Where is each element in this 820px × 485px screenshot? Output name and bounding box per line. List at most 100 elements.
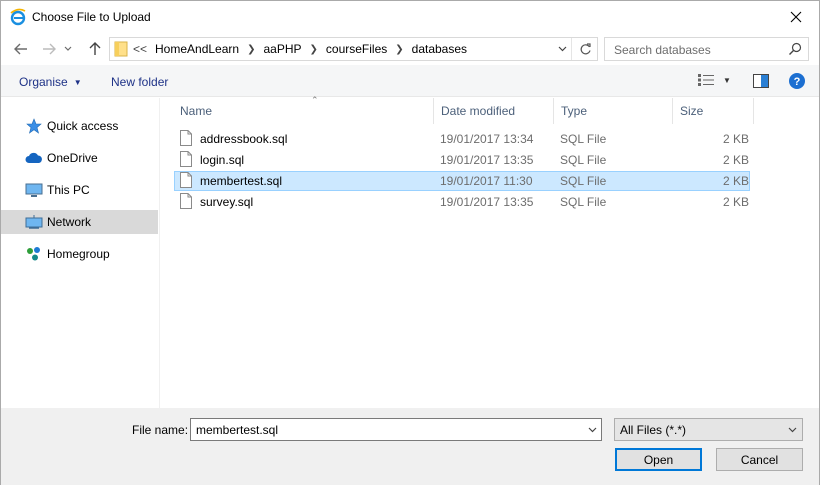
close-button[interactable] — [773, 1, 819, 32]
file-size: 2 KB — [723, 153, 750, 167]
file-type-dropdown[interactable] — [786, 424, 798, 436]
refresh-button[interactable] — [577, 41, 593, 57]
open-button[interactable]: Open — [615, 448, 702, 471]
breadcrumb-item[interactable]: courseFiles — [326, 42, 387, 56]
file-row-selected[interactable]: membertest.sql 19/01/2017 11:30 SQL File… — [174, 171, 750, 191]
column-header-type[interactable]: Type — [554, 98, 673, 124]
navigation-pane: Quick access OneDrive This PC Network Ho… — [1, 98, 160, 408]
folder-icon — [114, 41, 128, 57]
search-placeholder: Search databases — [614, 43, 711, 57]
file-icon — [180, 151, 192, 167]
internet-explorer-icon — [10, 8, 26, 26]
column-header-name[interactable]: ⌃ Name — [173, 95, 434, 124]
nav-item-this-pc[interactable]: This PC — [1, 178, 158, 202]
chevron-down-icon — [64, 46, 72, 51]
preview-pane-icon[interactable] — [753, 74, 769, 88]
chevron-down-icon — [788, 427, 796, 433]
file-name: membertest.sql — [200, 174, 283, 188]
dialog-title: Choose File to Upload — [32, 10, 151, 24]
arrow-up-icon — [89, 42, 101, 55]
up-button[interactable] — [85, 39, 105, 59]
caret-down-icon: ▼ — [73, 77, 82, 87]
arrow-right-icon — [43, 43, 56, 55]
file-name-input[interactable]: membertest.sql — [190, 418, 602, 441]
details-view-icon — [698, 74, 714, 86]
change-view-button[interactable]: ▼ — [698, 74, 731, 86]
nav-item-onedrive[interactable]: OneDrive — [1, 146, 158, 170]
search-input[interactable]: Search databases — [604, 37, 809, 61]
cloud-icon — [25, 150, 43, 166]
file-type: SQL File — [560, 132, 607, 146]
breadcrumb: << HomeAndLearn ❯ aaPHP ❯ courseFiles ❯ … — [133, 42, 467, 56]
bottom-panel: File name: membertest.sql All Files (*.*… — [1, 408, 819, 485]
breadcrumb-separator-icon[interactable]: ❯ — [310, 44, 318, 55]
recent-locations-button[interactable] — [61, 39, 75, 59]
close-icon — [790, 11, 802, 22]
search-icon[interactable] — [788, 42, 802, 56]
nav-item-label: Homegroup — [47, 247, 110, 261]
address-history-button[interactable] — [554, 43, 570, 55]
cancel-button[interactable]: Cancel — [716, 448, 803, 471]
sort-ascending-icon: ⌃ — [311, 95, 319, 105]
homegroup-icon — [25, 246, 43, 262]
file-row[interactable]: survey.sql 19/01/2017 13:35 SQL File 2 K… — [174, 192, 750, 212]
file-list: ⌃ Name Date modified Type Size addressbo… — [161, 95, 819, 408]
file-row[interactable]: login.sql 19/01/2017 13:35 SQL File 2 KB — [174, 150, 750, 170]
column-header-label: Size — [680, 104, 704, 118]
file-type: SQL File — [560, 195, 607, 209]
breadcrumb-item[interactable]: aaPHP — [263, 42, 301, 56]
nav-item-label: OneDrive — [47, 151, 98, 165]
file-name: survey.sql — [200, 195, 254, 209]
file-upload-dialog: Choose File to Upload << HomeAndLearn ❯ … — [0, 0, 820, 485]
file-name-history-button[interactable] — [586, 424, 598, 436]
nav-item-label: Network — [47, 215, 92, 229]
nav-item-homegroup[interactable]: Homegroup — [1, 242, 158, 266]
file-icon — [180, 193, 192, 209]
file-name-label: File name: — [132, 423, 189, 437]
column-header-size[interactable]: Size — [673, 98, 754, 124]
organise-button[interactable]: Organise ▼ — [19, 75, 82, 89]
file-type: SQL File — [560, 174, 607, 188]
column-header-date[interactable]: Date modified — [434, 98, 554, 124]
breadcrumb-separator-icon[interactable]: ❯ — [247, 44, 255, 55]
star-icon — [25, 118, 43, 134]
arrow-left-icon — [14, 43, 27, 55]
organise-label: Organise — [19, 75, 68, 89]
breadcrumb-item[interactable]: databases — [412, 42, 467, 56]
nav-item-label: This PC — [47, 183, 90, 197]
file-type: SQL File — [560, 153, 607, 167]
file-type-value: All Files (*.*) — [620, 423, 687, 437]
forward-button[interactable] — [39, 39, 59, 59]
svg-text:?: ? — [794, 76, 801, 88]
file-type-select[interactable]: All Files (*.*) — [614, 418, 803, 441]
nav-item-label: Quick access — [47, 119, 119, 133]
address-divider — [571, 38, 572, 60]
breadcrumb-separator-icon[interactable]: ❯ — [395, 44, 403, 55]
file-date: 19/01/2017 13:35 — [440, 153, 534, 167]
title-bar: Choose File to Upload — [1, 1, 819, 32]
file-icon — [180, 172, 192, 188]
file-date: 19/01/2017 13:34 — [440, 132, 534, 146]
column-header-label: Date modified — [441, 104, 516, 118]
breadcrumb-overflow[interactable]: << — [133, 42, 147, 56]
file-size: 2 KB — [723, 195, 750, 209]
new-folder-button[interactable]: New folder — [111, 75, 168, 89]
file-row[interactable]: addressbook.sql 19/01/2017 13:34 SQL Fil… — [174, 129, 750, 149]
network-icon — [25, 214, 43, 230]
file-name: login.sql — [200, 153, 245, 167]
chevron-down-icon — [588, 427, 596, 433]
file-size: 2 KB — [723, 132, 750, 146]
back-button[interactable] — [11, 39, 31, 59]
nav-item-network[interactable]: Network — [1, 210, 158, 234]
breadcrumb-item[interactable]: HomeAndLearn — [155, 42, 239, 56]
address-bar[interactable]: << HomeAndLearn ❯ aaPHP ❯ courseFiles ❯ … — [109, 37, 598, 61]
refresh-icon — [580, 42, 591, 54]
nav-item-quick-access[interactable]: Quick access — [1, 114, 158, 138]
file-date: 19/01/2017 11:30 — [440, 174, 533, 188]
file-date: 19/01/2017 13:35 — [440, 195, 534, 209]
command-bar: Organise ▼ New folder ▼ ? — [1, 65, 819, 97]
help-icon[interactable]: ? — [789, 73, 805, 89]
file-size: 2 KB — [723, 174, 750, 188]
computer-icon — [25, 182, 43, 198]
file-icon — [180, 130, 192, 146]
